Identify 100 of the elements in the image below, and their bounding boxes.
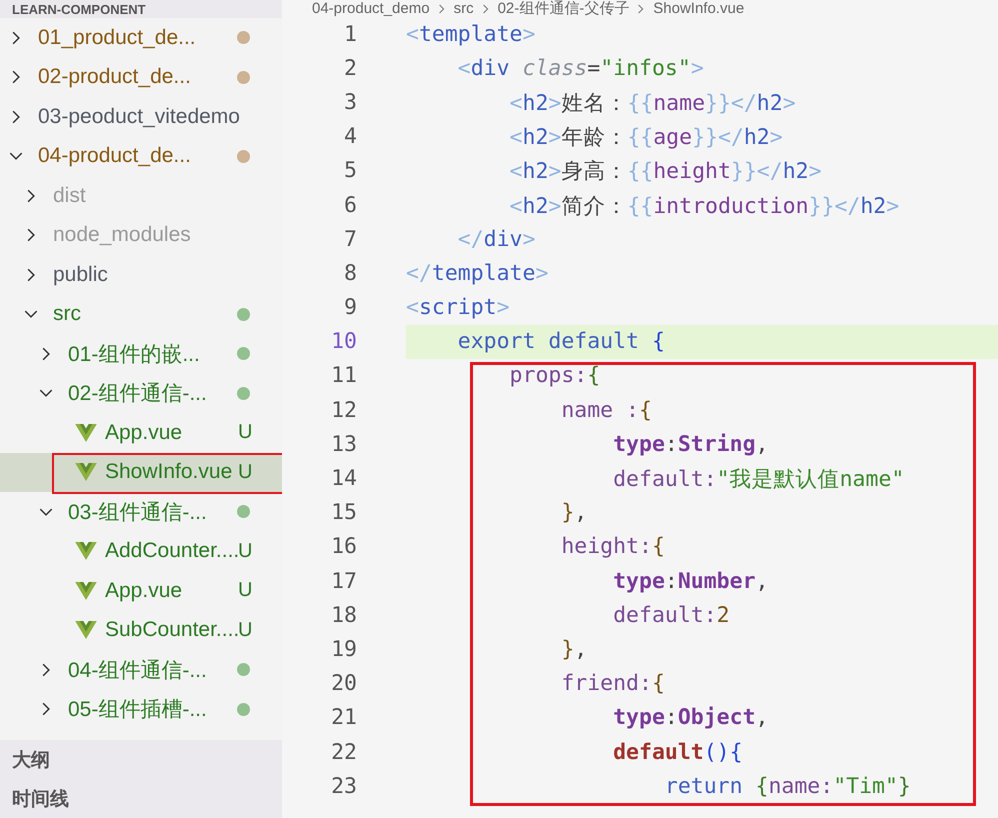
line-number: 4 xyxy=(343,124,357,150)
code-line: }, xyxy=(560,636,588,662)
code-line: </template> xyxy=(406,260,548,286)
status-letter: U xyxy=(238,540,252,563)
chevron-right-icon xyxy=(438,3,446,15)
line-number: 22 xyxy=(330,740,357,765)
code-line: name :{ xyxy=(560,398,652,423)
chevron-right-icon xyxy=(637,3,646,15)
tree-item[interactable]: 03-peoduct_vitedemo xyxy=(0,97,282,136)
item-label: 03-组件通信-... xyxy=(68,500,207,526)
tree-item[interactable]: src xyxy=(0,294,282,334)
tree-item[interactable]: 01-组件的嵌... xyxy=(0,334,282,374)
breadcrumb-item[interactable]: src xyxy=(454,0,474,17)
vue-logo-icon xyxy=(75,424,97,442)
line-number: 17 xyxy=(330,568,357,594)
code-line: default:"我是默认值name" xyxy=(612,466,904,494)
line-number: 12 xyxy=(330,398,357,423)
chevron-right-icon xyxy=(482,3,490,15)
item-label: src xyxy=(53,302,81,326)
code-line: <h2>年龄：{{age}}</h2> xyxy=(508,124,783,152)
tree-item[interactable]: SubCounter....U xyxy=(0,610,282,650)
line-number: 13 xyxy=(330,432,357,457)
line-number: 1 xyxy=(343,22,357,47)
item-label: AddCounter.... xyxy=(105,539,240,564)
code-line: height:{ xyxy=(560,534,665,560)
breadcrumb-item[interactable]: 02-组件通信-父传子 xyxy=(498,0,630,17)
item-label: public xyxy=(53,262,108,287)
code-line: type:Object, xyxy=(612,705,768,730)
item-label: ShowInfo.vue xyxy=(105,460,232,484)
section-title: LEARN-COMPONENT xyxy=(12,2,146,18)
tree-item[interactable]: dist xyxy=(0,176,282,216)
tree-item[interactable]: ShowInfo.vue U xyxy=(0,452,282,492)
line-number: 16 xyxy=(330,534,357,560)
code-line: }, xyxy=(560,500,588,526)
code-line: return {name:"Tim"} xyxy=(664,774,911,799)
line-number: 8 xyxy=(343,260,357,286)
code-line: friend:{ xyxy=(560,671,665,696)
tree-item[interactable]: 05-组件插槽-... xyxy=(0,690,282,729)
tree-item[interactable]: 02-组件通信-... xyxy=(0,374,282,413)
code-line: <h2>姓名：{{name}}</h2> xyxy=(508,90,796,117)
item-label: dist xyxy=(53,184,86,208)
line-number: 7 xyxy=(343,226,357,252)
status-letter: U xyxy=(238,579,252,602)
code-line: props:{ xyxy=(508,363,600,388)
vue-logo-icon xyxy=(75,463,97,482)
tree-item[interactable]: public xyxy=(0,255,282,294)
status-letter: U xyxy=(238,460,252,484)
vue-logo-icon xyxy=(75,582,97,600)
code-line: <script> xyxy=(406,295,510,320)
item-label: App.vue xyxy=(105,578,182,603)
code-line: default(){ xyxy=(612,740,743,765)
item-label: 02-product_de... xyxy=(38,65,191,90)
line-number: 14 xyxy=(330,466,357,492)
tree-item[interactable]: AddCounter....U xyxy=(0,532,282,571)
code-line: type:String, xyxy=(612,432,768,457)
line-number: 5 xyxy=(343,158,357,184)
panel-header[interactable]: 大纲 xyxy=(0,740,282,779)
item-label: App.vue xyxy=(105,420,182,445)
item-label: 01-组件的嵌... xyxy=(68,342,200,368)
code-line: </div> xyxy=(456,226,536,252)
breadcrumb-item[interactable]: 04-product_demo xyxy=(312,0,430,17)
code-line: <template> xyxy=(406,22,536,47)
item-label: SubCounter.... xyxy=(105,618,240,642)
item-label: 04-product_de... xyxy=(38,144,191,168)
code-line: default:2 xyxy=(612,602,730,628)
breadcrumb-item[interactable]: ShowInfo.vue xyxy=(653,0,744,17)
line-number: 11 xyxy=(330,363,357,388)
item-label: node_modules xyxy=(53,223,191,248)
line-number: 23 xyxy=(330,774,357,799)
code-line: <div class="infos"> xyxy=(456,56,704,81)
tree-item[interactable]: App.vue U xyxy=(0,571,282,610)
line-number: 2 xyxy=(343,56,357,81)
item-label: 05-组件插槽-... xyxy=(68,697,207,724)
panel-header[interactable]: 时间线 xyxy=(0,779,282,818)
tree-item[interactable]: 03-组件通信-... xyxy=(0,492,282,532)
tree-item[interactable]: node_modules xyxy=(0,216,282,255)
line-number: 15 xyxy=(330,500,357,526)
status-letter: U xyxy=(238,618,252,642)
line-number: 21 xyxy=(330,705,357,730)
line-number: 10 xyxy=(330,329,357,354)
item-label: 04-组件通信-... xyxy=(68,658,207,684)
item-label: 02-组件通信-... xyxy=(68,381,207,408)
status-letter: U xyxy=(238,421,252,444)
tree-item[interactable]: 01_product_de... xyxy=(0,18,282,58)
tree-item[interactable]: 04-product_de... xyxy=(0,136,282,176)
line-number: 3 xyxy=(343,90,357,115)
code-line: type:Number, xyxy=(612,568,768,594)
line-number: 19 xyxy=(330,636,357,662)
code-line: export default { xyxy=(456,329,665,354)
tree-item[interactable]: App.vue U xyxy=(0,413,282,452)
tree-item[interactable]: 04-组件通信-... xyxy=(0,650,282,690)
line-number: 6 xyxy=(343,192,357,218)
vue-logo-icon xyxy=(75,621,97,640)
line-number: 20 xyxy=(330,671,357,696)
code-line: <h2>身高：{{height}}</h2> xyxy=(508,158,822,186)
code-line: <h2>简介：{{introduction}}</h2> xyxy=(508,192,900,220)
line-number: 18 xyxy=(330,602,357,628)
tree-item[interactable]: 02-product_de... xyxy=(0,58,282,97)
line-number: 9 xyxy=(343,295,357,320)
vue-logo-icon xyxy=(75,542,97,560)
